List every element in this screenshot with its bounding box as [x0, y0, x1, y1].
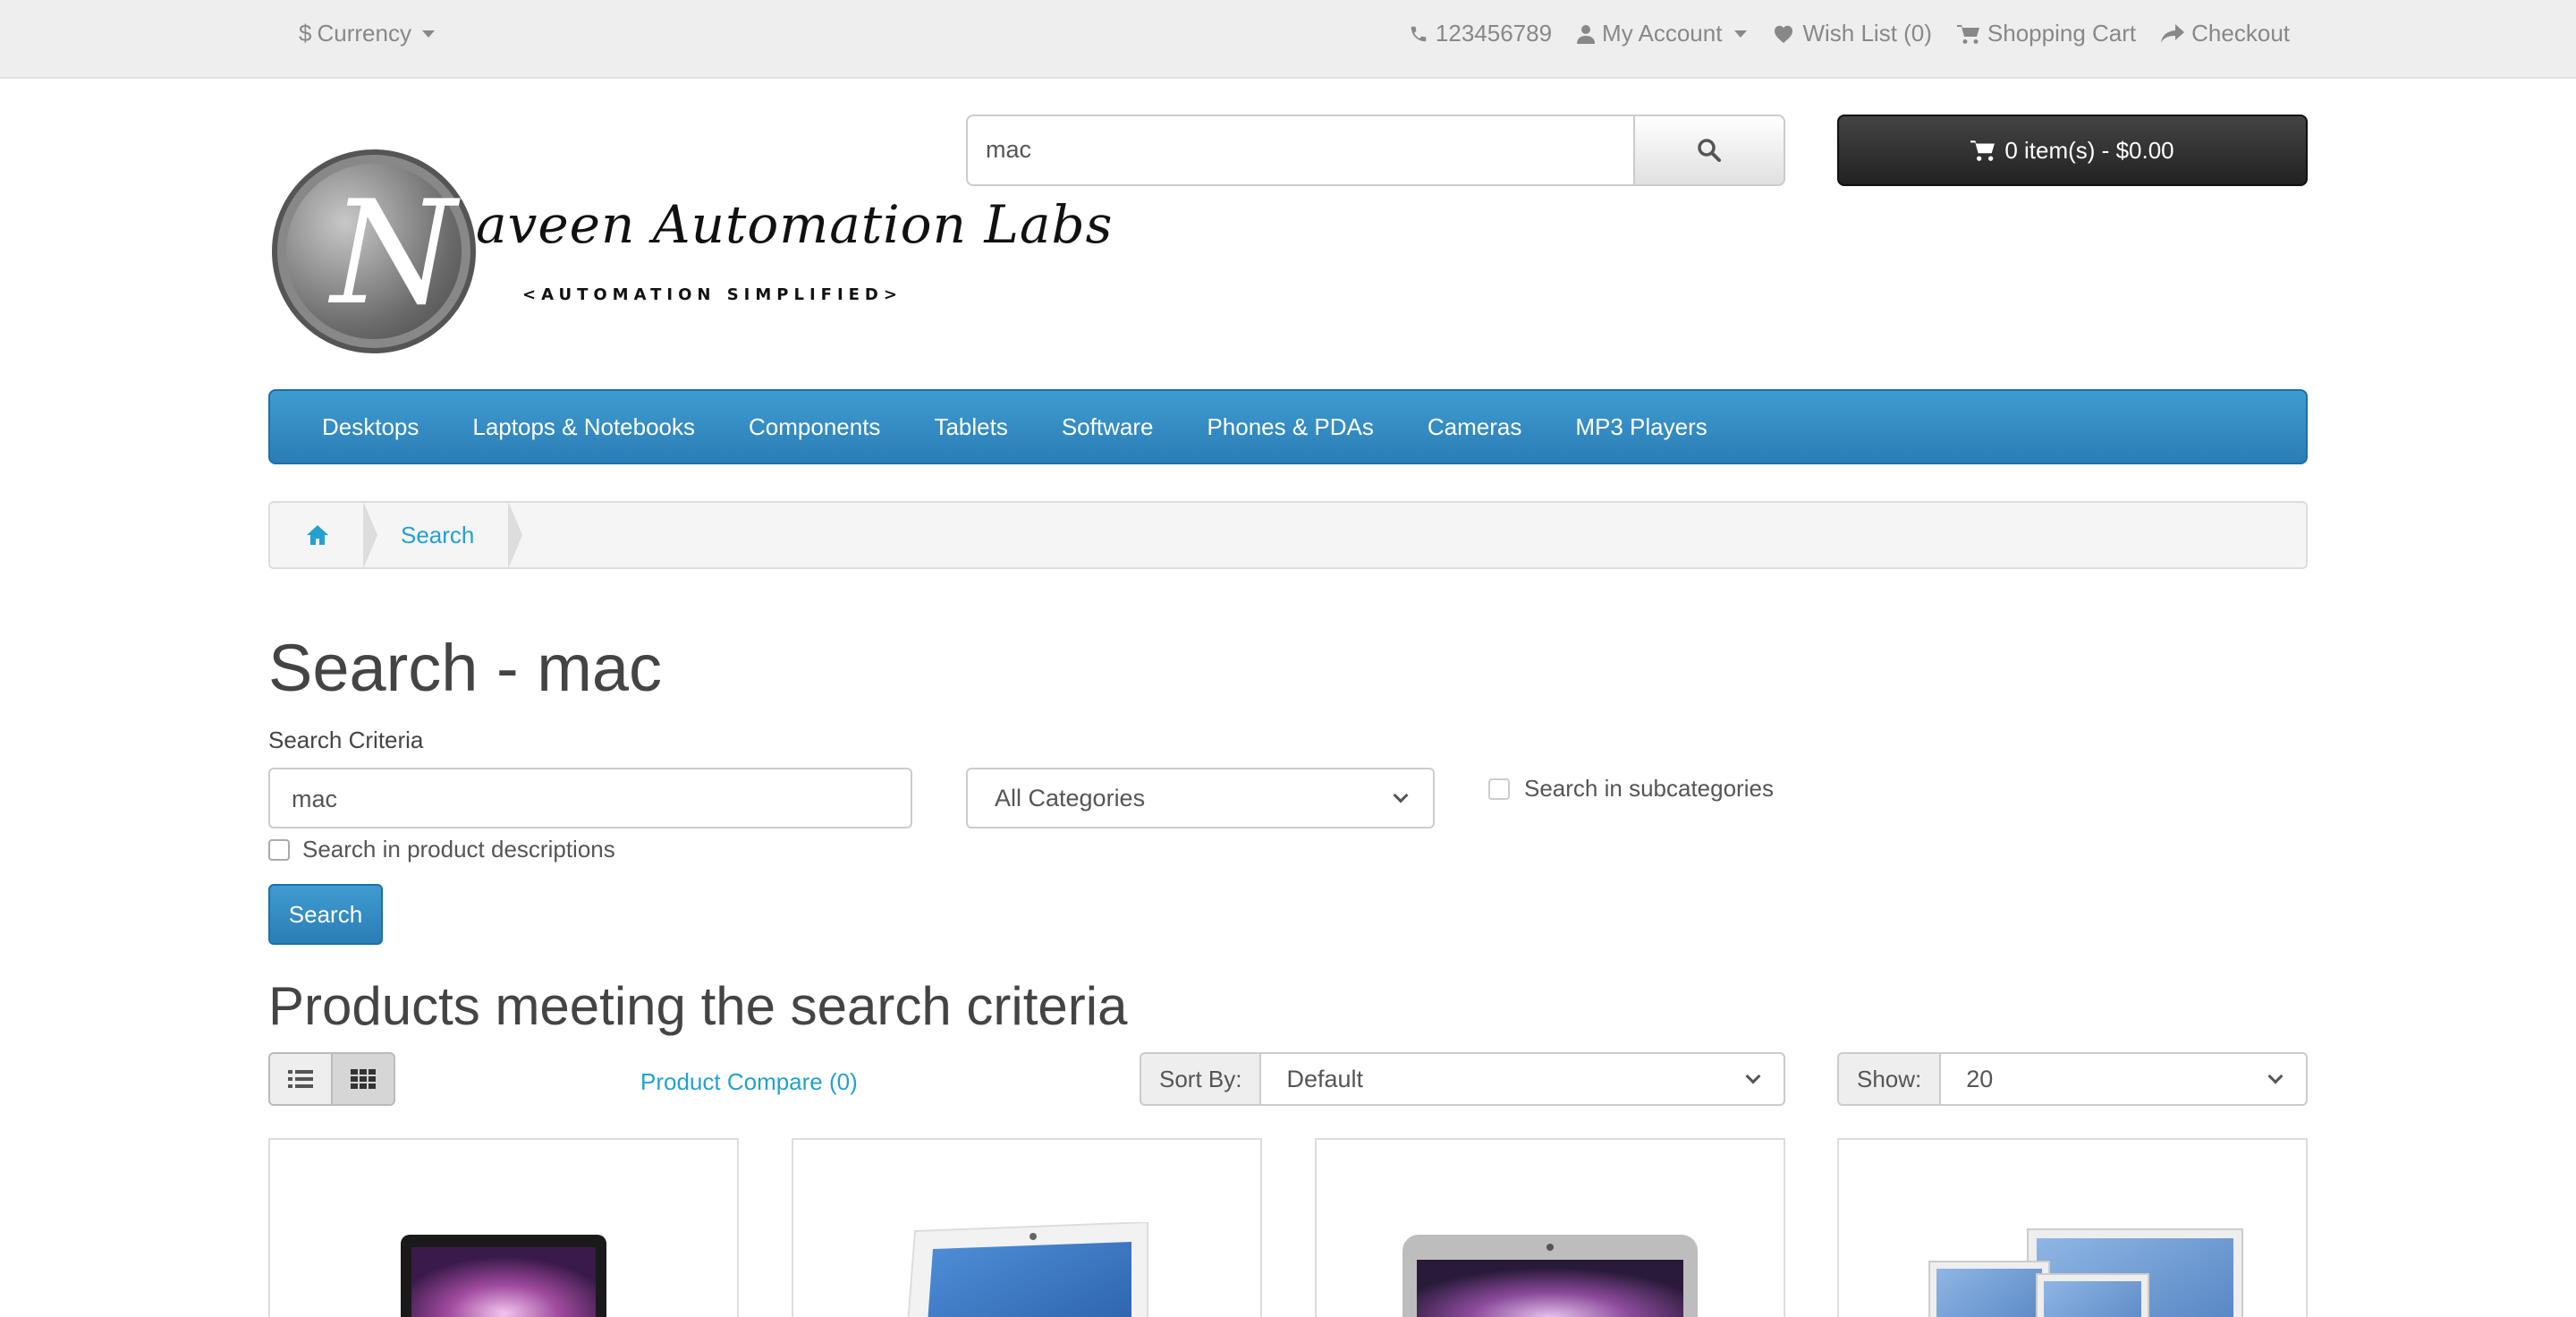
- phone-number: 123456789: [1435, 20, 1553, 47]
- product-image[interactable]: [1885, 1211, 2260, 1317]
- breadcrumb: Search: [268, 501, 2308, 569]
- grid-view-button[interactable]: [333, 1052, 395, 1106]
- checkout-label: Checkout: [2191, 20, 2290, 47]
- header-search-input[interactable]: mac: [966, 115, 1633, 186]
- menu-item-mp3-players[interactable]: MP3 Players: [1548, 413, 1733, 441]
- results-heading: Products meeting the search criteria: [268, 976, 1128, 1036]
- subcategories-checkbox[interactable]: Search in subcategories: [1488, 775, 1774, 803]
- phone-link[interactable]: 123456789: [1409, 20, 1552, 47]
- cart-button[interactable]: 0 item(s) - $0.00: [1837, 115, 2308, 186]
- my-account-dropdown[interactable]: My Account: [1577, 20, 1748, 47]
- share-icon: [2161, 23, 2185, 43]
- cart-summary: 0 item(s) - $0.00: [2004, 136, 2174, 164]
- checkout-link[interactable]: Checkout: [2161, 20, 2290, 47]
- shopping-cart-link[interactable]: Shopping Cart: [1956, 20, 2137, 47]
- cart-icon: [1970, 140, 1996, 161]
- wish-list-link[interactable]: Wish List (0): [1772, 20, 1932, 47]
- sort-select[interactable]: Default: [1259, 1052, 1785, 1106]
- caret-down-icon: [421, 30, 435, 38]
- product-image[interactable]: [401, 1235, 606, 1317]
- category-select[interactable]: All Categories: [966, 768, 1435, 828]
- sort-control: Sort By: Default: [1140, 1052, 1785, 1106]
- menu-item-laptops-notebooks[interactable]: Laptops & Notebooks: [445, 413, 722, 441]
- logo-wordmark: aveen Automation Labs: [476, 194, 1114, 255]
- chevron-down-icon: [2267, 1068, 2284, 1084]
- checkbox-icon[interactable]: [268, 838, 290, 861]
- dollar-icon: $: [299, 20, 312, 47]
- sort-label: Sort By:: [1140, 1052, 1260, 1106]
- user-icon: [1577, 24, 1596, 44]
- list-icon: [288, 1070, 313, 1088]
- page-title: Search - mac: [268, 631, 663, 705]
- site-logo[interactable]: N aveen Automation Labs <AUTOMATION SIMP…: [268, 148, 1112, 358]
- header-search-button[interactable]: [1633, 115, 1785, 186]
- category-select-value: All Categories: [995, 784, 1146, 811]
- chevron-down-icon: [1393, 787, 1409, 803]
- product-image[interactable]: [1402, 1235, 1698, 1317]
- show-select-value: 20: [1966, 1065, 1994, 1092]
- menu-item-desktops[interactable]: Desktops: [295, 413, 445, 441]
- sort-select-value: Default: [1286, 1065, 1364, 1092]
- show-control: Show: 20: [1837, 1052, 2308, 1106]
- my-account-label: My Account: [1602, 20, 1723, 47]
- menu-item-tablets[interactable]: Tablets: [907, 413, 1034, 441]
- logo-initial: N: [331, 169, 456, 336]
- grid-icon: [351, 1069, 376, 1089]
- subcategories-label: Search in subcategories: [1524, 775, 1774, 802]
- search-criteria-input[interactable]: mac: [268, 768, 912, 828]
- product-card[interactable]: [792, 1138, 1262, 1317]
- logo-tagline: <AUTOMATION SIMPLIFIED>: [522, 285, 902, 304]
- chevron-down-icon: [1745, 1068, 1761, 1084]
- page: $ Currency 123456789 My Account Wish Lis…: [0, 0, 2576, 1317]
- descriptions-label: Search in product descriptions: [302, 836, 615, 862]
- product-compare-link[interactable]: Product Compare (0): [640, 1068, 858, 1096]
- product-card[interactable]: [1837, 1138, 2308, 1317]
- checkbox-icon[interactable]: [1488, 777, 1510, 800]
- header-search: mac: [966, 115, 1785, 186]
- main-menu: Desktops Laptops & Notebooks Components …: [268, 389, 2308, 464]
- show-select[interactable]: 20: [1939, 1052, 2308, 1106]
- cart-icon: [1956, 24, 1979, 44]
- home-icon: [307, 525, 328, 545]
- product-card[interactable]: [1315, 1138, 1785, 1317]
- product-image[interactable]: [897, 1222, 1157, 1317]
- view-toggle: [268, 1052, 395, 1106]
- caret-down-icon: [1734, 30, 1748, 38]
- breadcrumb-home[interactable]: [270, 501, 377, 569]
- phone-icon: [1411, 26, 1427, 41]
- logo-emblem: N: [272, 149, 476, 353]
- search-criteria-label: Search Criteria: [268, 726, 424, 753]
- menu-item-components[interactable]: Components: [722, 413, 907, 441]
- menu-item-software[interactable]: Software: [1035, 413, 1181, 441]
- menu-item-cameras[interactable]: Cameras: [1401, 413, 1548, 441]
- search-icon: [1698, 139, 1721, 162]
- breadcrumb-search[interactable]: Search: [365, 501, 523, 569]
- breadcrumb-search-label: Search: [401, 521, 475, 548]
- list-view-button[interactable]: [268, 1052, 333, 1106]
- top-bar: $ Currency 123456789 My Account Wish Lis…: [0, 0, 2576, 79]
- heart-icon: [1775, 25, 1793, 43]
- search-button[interactable]: Search: [268, 884, 383, 945]
- currency-label: Currency: [317, 20, 411, 47]
- wish-list-label: Wish List (0): [1802, 20, 1932, 47]
- shopping-cart-label: Shopping Cart: [1987, 20, 2137, 47]
- show-label: Show:: [1837, 1052, 1940, 1106]
- top-links: 123456789 My Account Wish List (0) Shopp…: [1409, 20, 2290, 47]
- product-card[interactable]: [268, 1138, 739, 1317]
- descriptions-checkbox[interactable]: Search in product descriptions: [268, 836, 615, 863]
- menu-item-phones-pdas[interactable]: Phones & PDAs: [1180, 413, 1400, 441]
- currency-dropdown[interactable]: $ Currency: [299, 20, 435, 47]
